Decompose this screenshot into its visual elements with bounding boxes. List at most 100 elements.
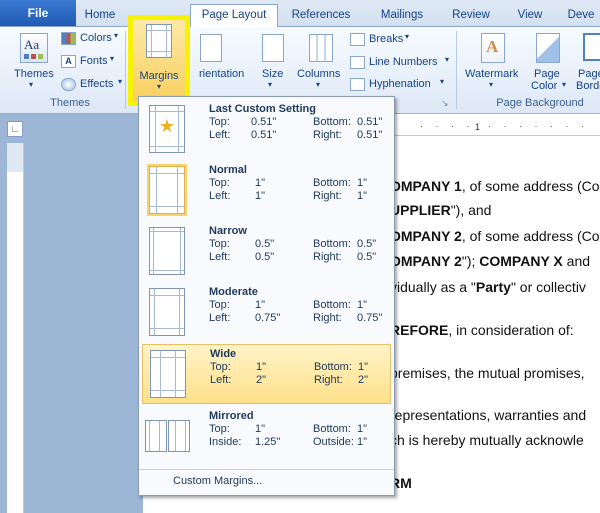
line-numbers-button[interactable]: Line Numbers: [369, 56, 437, 68]
chevron-down-icon: ▾: [268, 80, 273, 89]
margin-value: 1": [357, 436, 368, 448]
margin-value: 1": [256, 361, 267, 373]
columns-button[interactable]: Columns: [297, 68, 340, 80]
effects-icon: [61, 78, 76, 91]
theme-effects-button[interactable]: Effects: [80, 78, 113, 90]
document-page[interactable]: OMPANY 1, of some address (Co UPPLIER"),…: [390, 136, 600, 513]
tab-references[interactable]: References: [286, 5, 356, 25]
margin-value: 0.5": [357, 238, 377, 250]
document-line: REFORE, in consideration of:: [390, 322, 574, 338]
margin-key: Right:: [314, 374, 343, 386]
margin-value: 0.5": [255, 238, 275, 250]
margin-value: 1": [358, 361, 369, 373]
document-line: OMPANY 2, of some address (Co: [390, 228, 600, 244]
page-borders-button[interactable]: Page: [578, 68, 600, 80]
margin-value: 0.5": [357, 251, 377, 263]
size-button[interactable]: Size: [262, 68, 283, 80]
orientation-icon: [200, 34, 222, 62]
group-divider: [456, 31, 457, 109]
margin-value: 1": [357, 190, 368, 202]
margin-key: Left:: [209, 312, 231, 324]
margin-option-mirrored[interactable]: Mirrored Top: 1" Bottom: 1" Inside: 1.25…: [139, 406, 394, 466]
moderate-thumbnail: [149, 288, 185, 336]
document-line: representations, warranties and: [390, 407, 587, 423]
tab-mailings[interactable]: Mailings: [374, 5, 430, 25]
vertical-ruler-margin: [7, 172, 23, 513]
tab-review[interactable]: Review: [448, 5, 494, 25]
chevron-down-icon: ▾: [489, 80, 494, 89]
tab-view[interactable]: View: [512, 5, 548, 25]
margin-option-name: Normal: [209, 164, 247, 176]
tab-file[interactable]: File: [0, 0, 76, 26]
margin-option-moderate[interactable]: Moderate Top: 1" Bottom: 1" Left: 0.75" …: [139, 282, 394, 342]
page-borders-label: Border: [576, 80, 600, 92]
margin-value: 1": [255, 423, 266, 435]
margin-value: 2": [256, 374, 267, 386]
document-line: OMPANY 2"); COMPANY X and: [390, 253, 591, 269]
margin-value: 1": [357, 423, 368, 435]
theme-fonts-button[interactable]: Fonts: [80, 55, 108, 67]
tab-selector-icon[interactable]: ∟: [7, 121, 23, 137]
tab-home[interactable]: Home: [80, 5, 120, 25]
tab-page-layout[interactable]: Page Layout: [190, 4, 278, 28]
chevron-down-icon: ▾: [562, 80, 567, 89]
margin-value: 0.5": [255, 251, 275, 263]
page-color-button[interactable]: Page: [534, 68, 560, 80]
margins-dropdown: ★ Last Custom Setting Top: 0.51" Bottom:…: [138, 96, 395, 496]
margin-value: 0.51": [357, 129, 383, 141]
chevron-down-icon: ▾: [114, 31, 119, 40]
margin-value: 1": [255, 190, 266, 202]
narrow-thumbnail: [149, 227, 185, 275]
margin-value: 1": [357, 177, 368, 189]
breaks-button[interactable]: Breaks: [369, 33, 403, 45]
margin-key: Left:: [210, 374, 232, 386]
horizontal-ruler[interactable]: · · · · 1 · · · · · · ·: [390, 119, 600, 136]
margin-value: 1": [255, 177, 266, 189]
watermark-icon: A: [481, 33, 505, 63]
hyphenation-button[interactable]: Hyphenation: [369, 78, 431, 90]
page-background-group-label: Page Background: [496, 97, 584, 109]
margin-option-last-custom[interactable]: ★ Last Custom Setting Top: 0.51" Bottom:…: [139, 99, 394, 159]
watermark-button[interactable]: Watermark: [465, 68, 518, 80]
margins-button[interactable]: Margins ▾: [128, 15, 190, 106]
custom-margins-button[interactable]: Custom Margins...: [139, 469, 394, 492]
custom-margins-label: Custom Margins...: [173, 475, 263, 487]
margin-option-name: Last Custom Setting: [209, 103, 316, 115]
margin-key: Top:: [209, 177, 230, 189]
chevron-down-icon: ▾: [445, 55, 450, 64]
margin-key: Right:: [313, 129, 342, 141]
breaks-icon: [350, 33, 365, 46]
chevron-down-icon: ▾: [316, 80, 321, 89]
orientation-button[interactable]: rientation: [199, 68, 244, 80]
star-icon: ★: [158, 116, 176, 136]
tab-developer[interactable]: Deve: [562, 5, 600, 25]
margin-key: Bottom:: [313, 116, 351, 128]
margin-value: 1.25": [255, 436, 281, 448]
margin-key: Bottom:: [313, 238, 351, 250]
line-numbers-icon: [350, 56, 365, 69]
margin-option-wide[interactable]: Wide Top: 1" Bottom: 1" Left: 2" Right: …: [142, 344, 391, 404]
themes-group-label: Themes: [50, 97, 90, 109]
margin-key: Outside:: [313, 436, 354, 448]
theme-colors-button[interactable]: Colors: [80, 32, 112, 44]
margin-key: Right:: [313, 251, 342, 263]
page-color-label: Color: [531, 80, 558, 92]
chevron-down-icon: ▾: [156, 82, 161, 91]
margin-key: Right:: [313, 312, 342, 324]
themes-button[interactable]: Themes: [14, 68, 54, 80]
document-line: OMPANY 1, of some address (Co: [390, 178, 600, 194]
normal-thumbnail: [149, 166, 185, 214]
margin-key: Top:: [209, 423, 230, 435]
size-icon: [262, 34, 284, 62]
margin-value: 0.75": [255, 312, 281, 324]
margin-option-narrow[interactable]: Narrow Top: 0.5" Bottom: 0.5" Left: 0.5"…: [139, 221, 394, 281]
margin-key: Left:: [209, 190, 231, 202]
margin-option-normal[interactable]: Normal Top: 1" Bottom: 1" Left: 1" Right…: [139, 160, 394, 220]
page-color-icon: [536, 33, 560, 63]
margin-value: 2": [358, 374, 369, 386]
margin-option-name: Wide: [210, 348, 237, 360]
dialog-launcher-icon[interactable]: ↘: [441, 98, 449, 109]
page-borders-icon: [583, 33, 600, 61]
margin-option-name: Narrow: [209, 225, 247, 237]
chevron-down-icon: ▾: [440, 77, 445, 86]
